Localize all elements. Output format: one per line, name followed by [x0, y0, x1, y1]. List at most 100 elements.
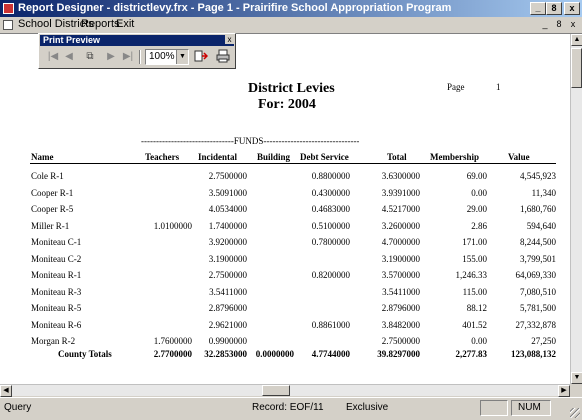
table-cell-incidental: 2.8796000 [208, 303, 247, 313]
table-cell-incidental: 2.7500000 [208, 270, 247, 280]
table-cell-incidental: 0.9900000 [208, 336, 247, 346]
scroll-up-icon[interactable]: ▲ [571, 34, 582, 46]
col-header-total: Total [387, 152, 407, 162]
table-cell-debt: 0.8800000 [311, 171, 350, 181]
table-cell-value: 11,340 [531, 188, 556, 198]
status-bar: Query Record: EOF/11 Exclusive NUM [0, 397, 582, 420]
scroll-left-icon[interactable]: ◀ [0, 385, 12, 397]
col-header-teachers: Teachers [145, 152, 180, 162]
funds-label: -------------------------------FUNDS----… [141, 136, 359, 146]
vertical-scrollbar[interactable]: ▲ ▼ [570, 34, 582, 384]
app-icon [3, 3, 14, 14]
table-cell-name: Moniteau R-1 [31, 270, 82, 280]
print-preview-toolbar[interactable]: Print Preview x |◀ ◀ ⧉ ▶ ▶| 100% ▼ [38, 33, 236, 69]
totals-cell-debt: 4.7744000 [311, 349, 350, 359]
previous-page-icon[interactable]: ◀ [63, 49, 75, 65]
page-label: Page [447, 82, 465, 92]
table-cell-membership: 401.52 [462, 320, 487, 330]
col-header-debt-service: Debt Service [300, 152, 349, 162]
document-icon [3, 20, 13, 30]
maximize-button[interactable]: 8 [546, 2, 562, 15]
table-cell-name: Moniteau C-1 [31, 237, 82, 247]
minimize-button[interactable]: _ [530, 2, 546, 15]
scroll-right-icon[interactable]: ▶ [558, 385, 570, 397]
table-cell-debt: 0.4300000 [311, 188, 350, 198]
mdi-close-button[interactable]: x [566, 18, 580, 31]
horizontal-scrollbar[interactable]: ◀ ▶ [0, 384, 570, 397]
first-page-icon[interactable]: |◀ [47, 49, 59, 65]
menu-exit[interactable]: Exit [116, 18, 134, 30]
table-cell-total: 3.5700000 [381, 270, 420, 280]
table-cell-value: 3,799,501 [520, 254, 556, 264]
col-header-membership: Membership [430, 152, 479, 162]
table-cell-total: 4.7000000 [381, 237, 420, 247]
next-page-icon[interactable]: ▶ [105, 49, 117, 65]
table-cell-membership: 0.00 [471, 188, 487, 198]
header-rule [30, 163, 556, 164]
totals-cell-building: 0.0000000 [255, 349, 294, 359]
title-bar: Report Designer - districtlevy.frx - Pag… [0, 0, 582, 17]
status-num: NUM [511, 400, 551, 416]
resize-grip-icon[interactable] [570, 408, 580, 418]
table-cell-membership: 155.00 [462, 254, 487, 264]
totals-cell-total: 39.8297000 [377, 349, 420, 359]
report-subtitle: For: 2004 [258, 97, 316, 112]
close-preview-icon[interactable] [194, 49, 209, 65]
table-cell-name: Morgan R-2 [31, 336, 76, 346]
table-cell-value: 594,640 [526, 221, 556, 231]
table-cell-total: 2.7500000 [381, 336, 420, 346]
go-to-page-icon[interactable]: ⧉ [83, 49, 97, 65]
table-cell-teachers: 1.7600000 [153, 336, 192, 346]
table-cell-membership: 2.86 [471, 221, 487, 231]
table-cell-name: Cooper R-1 [31, 188, 74, 198]
table-cell-debt: 0.4683000 [311, 204, 350, 214]
table-cell-total: 3.8482000 [381, 320, 420, 330]
table-cell-membership: 115.00 [462, 287, 487, 297]
col-header-name: Name [31, 152, 54, 162]
table-cell-name: Moniteau C-2 [31, 254, 82, 264]
scrollbar-corner [570, 384, 582, 396]
table-cell-membership: 1,246.33 [455, 270, 488, 280]
last-page-icon[interactable]: ▶| [121, 49, 135, 65]
table-cell-incidental: 4.0534000 [208, 204, 247, 214]
table-cell-membership: 0.00 [471, 336, 487, 346]
table-cell-total: 3.1900000 [381, 254, 420, 264]
page-number: 1 [496, 82, 501, 92]
menu-reports[interactable]: Reports [81, 18, 120, 30]
menu-bar: School Districts Reports Exit _ 8 x [0, 17, 582, 34]
table-cell-membership: 69.00 [466, 171, 487, 181]
col-header-building: Building [257, 152, 291, 162]
zoom-select[interactable]: 100% ▼ [145, 49, 189, 65]
table-cell-name: Cole R-1 [31, 171, 64, 181]
table-cell-total: 3.2600000 [381, 221, 420, 231]
table-cell-membership: 29.00 [466, 204, 487, 214]
printer-icon[interactable] [215, 49, 231, 65]
table-cell-name: Moniteau R-3 [31, 287, 82, 297]
table-cell-debt: 0.8200000 [311, 270, 350, 280]
col-header-incidental: Incidental [198, 152, 238, 162]
table-cell-debt: 0.8861000 [311, 320, 350, 330]
table-cell-incidental: 1.7400000 [208, 221, 247, 231]
table-cell-total: 3.5411000 [382, 287, 420, 297]
table-cell-name: Miller R-1 [31, 221, 70, 231]
table-cell-value: 27,250 [531, 336, 556, 346]
scroll-down-icon[interactable]: ▼ [571, 372, 582, 384]
mdi-minimize-button[interactable]: _ [538, 18, 552, 31]
toolbar-separator [139, 50, 141, 64]
chevron-down-icon[interactable]: ▼ [176, 50, 188, 64]
vertical-scroll-thumb[interactable] [571, 48, 582, 88]
table-cell-incidental: 3.9200000 [208, 237, 247, 247]
table-cell-incidental: 3.5411000 [209, 287, 247, 297]
table-cell-value: 64,069,330 [515, 270, 557, 280]
close-button[interactable]: x [564, 2, 580, 15]
status-mode: Exclusive [346, 402, 389, 413]
table-cell-total: 2.8796000 [381, 303, 420, 313]
table-cell-value: 27,332,878 [515, 320, 557, 330]
horizontal-scroll-thumb[interactable] [262, 385, 290, 396]
table-cell-value: 5,781,500 [520, 303, 556, 313]
table-cell-value: 4,545,923 [520, 171, 556, 181]
print-preview-close-button[interactable]: x [225, 35, 234, 44]
totals-cell-teachers: 2.7700000 [153, 349, 192, 359]
mdi-maximize-button[interactable]: 8 [552, 18, 566, 31]
table-cell-debt: 0.5100000 [311, 221, 350, 231]
